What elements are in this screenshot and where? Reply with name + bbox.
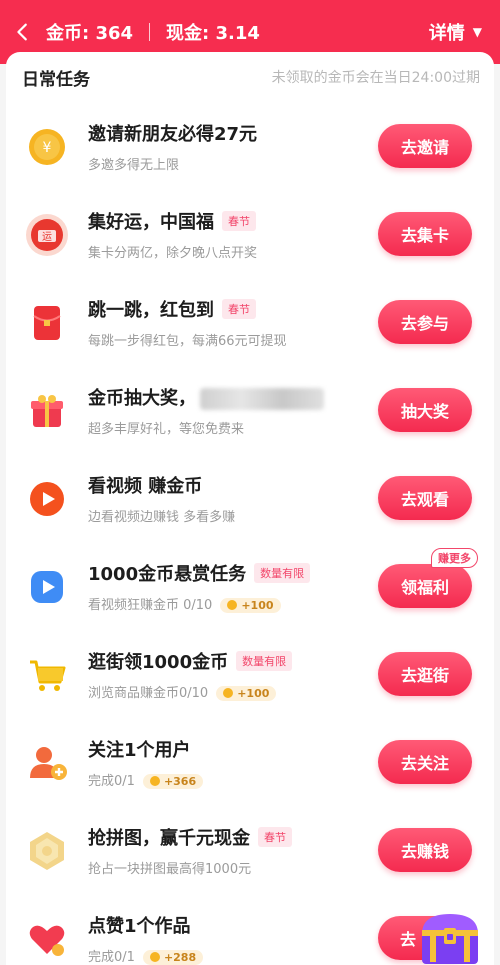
limited-tag: 数量有限: [236, 651, 293, 671]
go-shopping-button[interactable]: 去逛街: [378, 652, 472, 696]
coin-icon: ¥: [24, 124, 70, 170]
earn-more-badge: 赚更多: [431, 548, 478, 568]
play-blue-icon: [24, 564, 70, 610]
claim-benefits-button[interactable]: 领福利: [378, 564, 472, 608]
lucky-draw-button[interactable]: 抽大奖: [378, 388, 472, 432]
task-row: 金币抽大奖， 超多丰厚好礼，等您免费来 抽大奖: [6, 368, 494, 456]
task-title: 金币抽大奖，: [88, 384, 324, 410]
task-row: 关注1个用户 完成0/1 +366 去关注: [6, 720, 494, 808]
task-row: 抢拼图，赢千元现金 春节 抢占一块拼图最高得1000元 去赚钱: [6, 808, 494, 896]
task-subtitle: 完成0/1 +288: [88, 946, 204, 965]
limited-tag: 数量有限: [254, 563, 311, 583]
collect-cards-button[interactable]: 去集卡: [378, 212, 472, 256]
invite-button[interactable]: 去邀请: [378, 124, 472, 168]
coin-icon: [223, 688, 234, 698]
video-play-icon: [24, 476, 70, 522]
task-subtitle: 多邀多得无上限: [88, 158, 180, 173]
follow-button[interactable]: 去关注: [378, 740, 472, 784]
reward-chip: +288: [142, 950, 204, 965]
puzzle-icon: [24, 828, 70, 874]
gift-box-icon: [24, 388, 70, 434]
coin-icon: [227, 600, 238, 610]
red-envelope-icon: [24, 300, 70, 346]
cash-balance: 现金: 3.14: [166, 23, 260, 44]
task-row: ¥ 邀请新朋友必得27元 多邀多得无上限 去邀请: [6, 104, 494, 192]
task-subtitle: 集卡分两亿，除夕晚八点开奖: [88, 246, 258, 261]
coin-icon: [149, 776, 160, 786]
task-subtitle: 看视频狂赚金币 0/10 +100: [88, 594, 281, 613]
task-row: 逛街领1000金币 数量有限 浏览商品赚金币0/10 +100 去逛街: [6, 632, 494, 720]
treasure-chest-icon[interactable]: [416, 910, 484, 965]
participate-button[interactable]: 去参与: [378, 300, 472, 344]
svg-text:运: 运: [42, 231, 52, 243]
task-subtitle: 超多丰厚好礼，等您免费来: [88, 422, 245, 437]
divider: [149, 23, 151, 41]
section-header: 日常任务 未领取的金币会在当日24:00过期: [6, 60, 494, 94]
coin-balance: 金币: 364: [46, 23, 134, 44]
task-subtitle: 完成0/1 +366: [88, 770, 204, 789]
task-title: 关注1个用户: [88, 740, 191, 761]
task-title: 1000金币悬赏任务 数量有限: [88, 560, 311, 586]
task-row: 1000金币悬赏任务 数量有限 看视频狂赚金币 0/10 +100 领福利 赚更多: [6, 544, 494, 632]
svg-text:¥: ¥: [43, 140, 52, 156]
shopping-cart-icon: [24, 652, 70, 698]
task-subtitle: 每跳一步得红包，每满66元可提现: [88, 334, 287, 349]
task-title: 看视频 赚金币: [88, 476, 203, 497]
task-title: 跳一跳，红包到 春节: [88, 296, 256, 322]
coin-icon: [149, 952, 160, 962]
task-title: 抢拼图，赢千元现金 春节: [88, 824, 292, 850]
expiry-note: 未领取的金币会在当日24:00过期: [271, 70, 480, 86]
chevron-left-icon: [17, 23, 27, 41]
reward-chip: +100: [220, 598, 281, 613]
task-title: 逛街领1000金币 数量有限: [88, 648, 293, 674]
watch-button[interactable]: 去观看: [378, 476, 472, 520]
heart-icon: [24, 916, 70, 962]
task-row: 运 集好运，中国福 春节 集卡分两亿，除夕晚八点开奖 去集卡: [6, 192, 494, 280]
caret-down-icon: ▼: [472, 25, 482, 39]
add-user-icon: [24, 740, 70, 786]
lucky-seal-icon: 运: [24, 212, 70, 258]
reward-chip: +100: [216, 686, 277, 701]
spring-festival-tag: 春节: [222, 211, 256, 231]
section-title: 日常任务: [22, 69, 90, 90]
task-title: 点赞1个作品: [88, 916, 191, 937]
spring-festival-tag: 春节: [258, 827, 292, 847]
task-subtitle: 浏览商品赚金币0/10 +100: [88, 682, 277, 701]
spring-festival-tag: 春节: [222, 299, 256, 319]
task-title: 邀请新朋友必得27元: [88, 124, 258, 145]
earn-money-button[interactable]: 去赚钱: [378, 828, 472, 872]
details-label: 详情: [428, 23, 465, 44]
task-subtitle: 抢占一块拼图最高得1000元: [88, 862, 252, 877]
task-title: 集好运，中国福 春节: [88, 208, 256, 234]
reward-chip: +366: [142, 774, 204, 789]
task-subtitle: 边看视频边赚钱 多看多赚: [88, 510, 236, 525]
task-row: 跳一跳，红包到 春节 每跳一步得红包，每满66元可提现 去参与: [6, 280, 494, 368]
blurred-text: [200, 388, 324, 410]
task-row: 看视频 赚金币 边看视频边赚钱 多看多赚 去观看: [6, 456, 494, 544]
